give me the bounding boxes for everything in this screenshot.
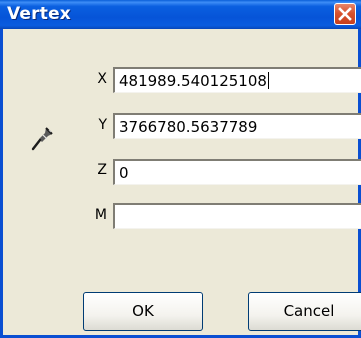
m-label: M	[94, 207, 107, 223]
text-caret	[267, 72, 269, 89]
close-x-icon	[338, 7, 352, 21]
x-value: 481989.540125108	[119, 72, 267, 90]
z-label: Z	[97, 162, 107, 178]
y-field[interactable]: 3766780.5637789	[113, 113, 361, 139]
z-field[interactable]: 0	[113, 159, 361, 185]
m-field[interactable]	[113, 203, 361, 229]
z-value: 0	[119, 164, 129, 182]
x-field[interactable]: 481989.540125108	[113, 67, 361, 93]
y-label: Y	[98, 117, 107, 133]
y-value: 3766780.5637789	[119, 118, 258, 136]
window-frame-left	[0, 29, 3, 338]
vertex-dialog: Vertex X 481989.540125108 Y 3766780.5637…	[0, 0, 361, 338]
x-label: X	[97, 71, 107, 87]
dialog-title: Vertex	[7, 4, 71, 24]
cancel-button[interactable]: Cancel	[248, 292, 361, 331]
title-bar[interactable]: Vertex	[0, 0, 361, 29]
ok-button[interactable]: OK	[83, 292, 203, 331]
close-button[interactable]	[334, 3, 356, 25]
vertex-pin-icon	[31, 127, 53, 151]
